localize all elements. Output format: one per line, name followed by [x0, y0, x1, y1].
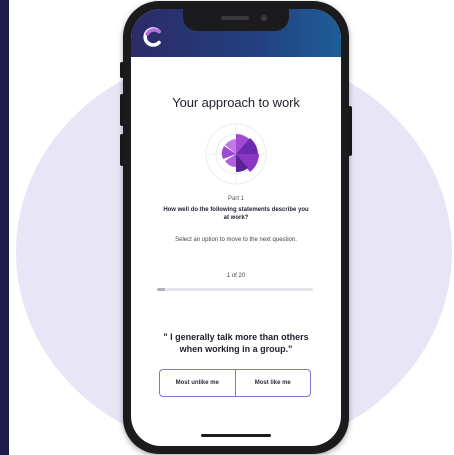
phone-screen: Your approach to work Part 1 How well do… [131, 9, 341, 446]
progress-label: 1 of 20 [226, 273, 246, 279]
phone-notch [183, 9, 289, 31]
instruction-text: Select an option to move to the next que… [175, 237, 297, 243]
home-indicator [201, 434, 271, 437]
left-edge-strip [0, 0, 9, 455]
crescent-logo-icon [143, 27, 161, 47]
page-title: Your approach to work [172, 95, 300, 110]
statement-text: " I generally talk more than others when… [163, 332, 309, 354]
front-camera [261, 15, 267, 21]
part-label: Part 1 [227, 196, 244, 202]
progress-bar [157, 288, 313, 291]
progress-bar-fill [157, 288, 165, 291]
radar-chart-icon [205, 123, 267, 185]
most-like-me-button[interactable]: Most like me [234, 370, 311, 396]
speaker-grille [221, 16, 249, 20]
answer-options: Most unlike me Most like me [159, 369, 311, 397]
most-unlike-me-button[interactable]: Most unlike me [160, 370, 235, 396]
question-prompt: How well do the following statements des… [163, 207, 309, 221]
